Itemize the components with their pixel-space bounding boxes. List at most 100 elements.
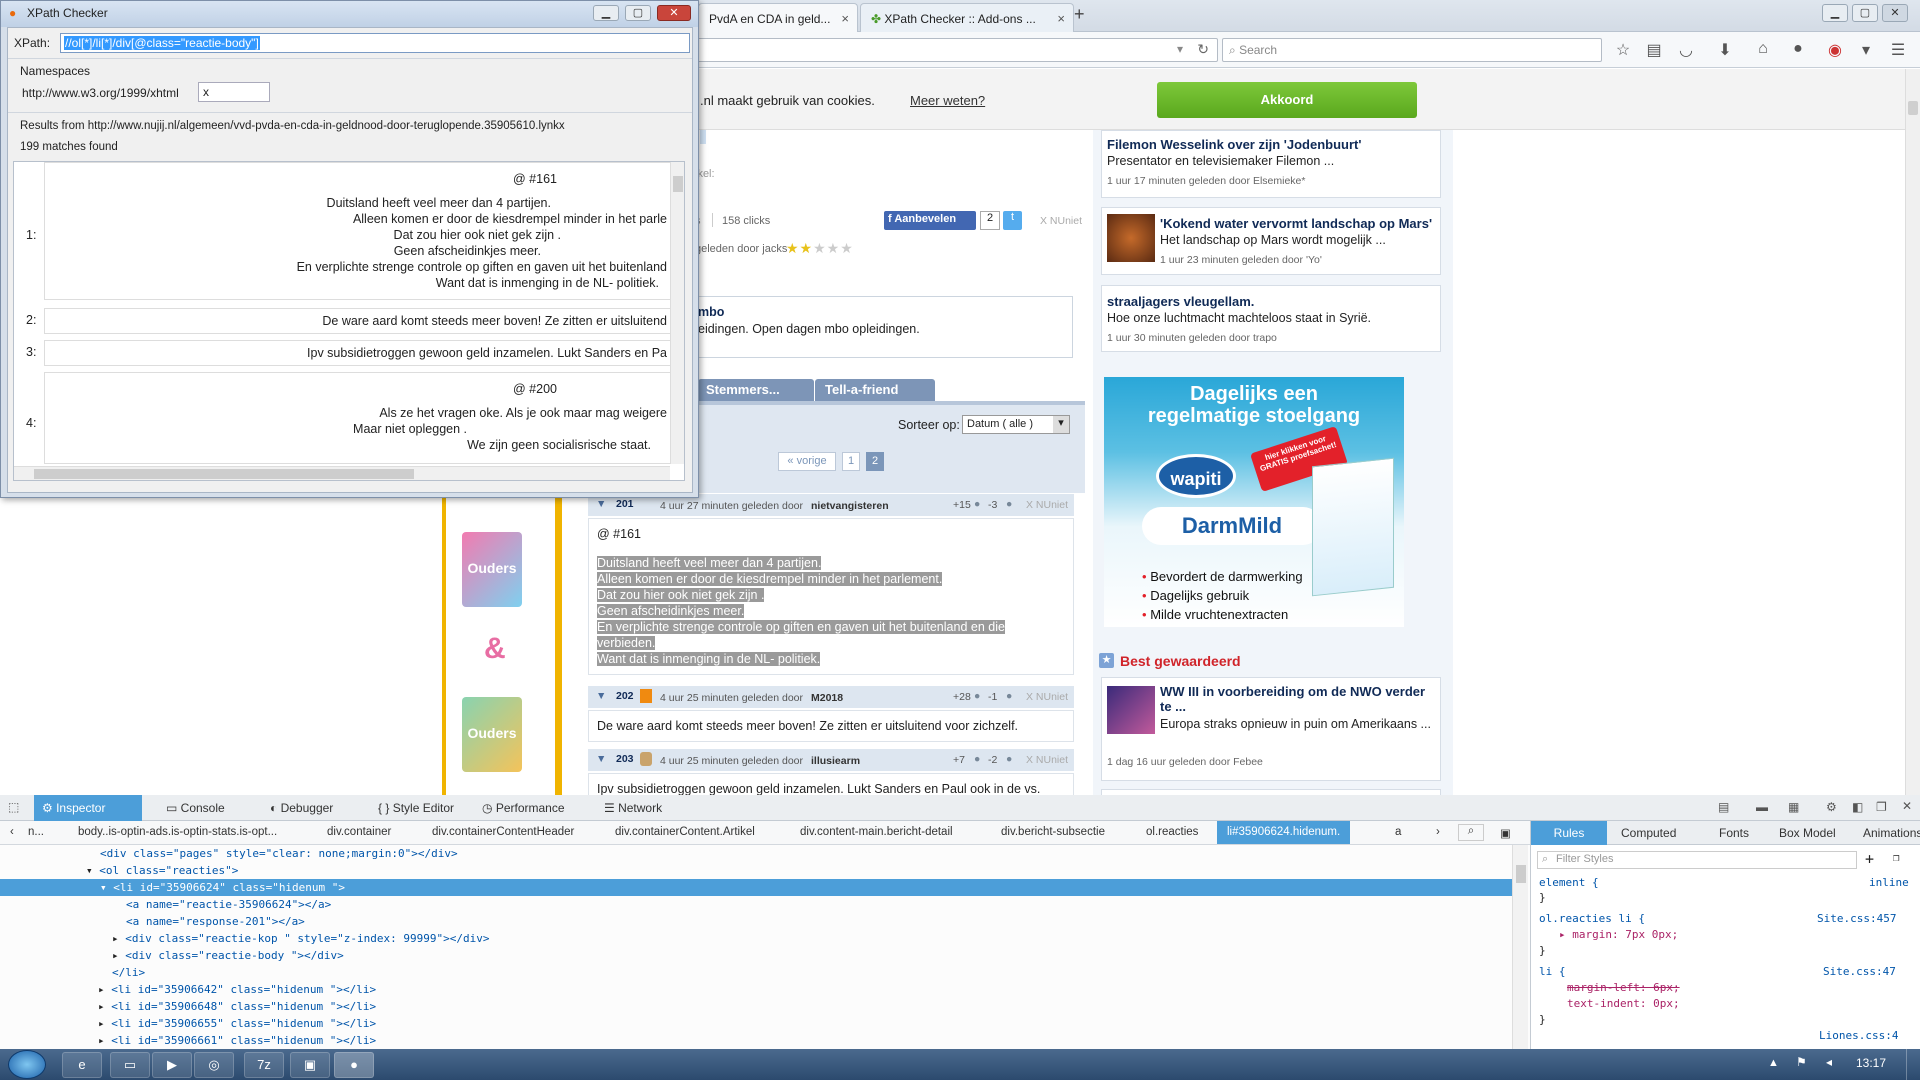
prev-page-button[interactable]: « vorige xyxy=(778,452,836,471)
toggle-sidebar-icon[interactable]: ▣ xyxy=(1500,826,1511,840)
sort-select[interactable]: Datum ( alle ) ▾ xyxy=(962,415,1070,434)
sidebar-item-title[interactable]: 'Kokend water vervormt landschap op Mars… xyxy=(1160,216,1432,231)
new-tab-button[interactable]: + xyxy=(1074,4,1085,25)
page-1-button[interactable]: 1 xyxy=(842,452,860,471)
breadcrumb-item[interactable]: div.containerContent.Artikel xyxy=(615,826,755,838)
scrollbar-thumb[interactable] xyxy=(673,176,683,192)
volume-icon[interactable]: ◂ xyxy=(1826,1055,1832,1069)
thumbs-up-icon[interactable]: ● xyxy=(974,690,980,702)
pick-element-icon[interactable]: ⬚ xyxy=(8,800,19,814)
start-button[interactable] xyxy=(8,1050,46,1079)
promo-box[interactable]: mbo eidingen. Open dagen mbo opleidingen… xyxy=(695,296,1073,358)
markup-line[interactable]: ▸ <div class="reactie-kop " style="z-ind… xyxy=(112,930,490,947)
breadcrumb-item[interactable]: ol.reacties xyxy=(1146,826,1198,838)
namespace-prefix-input[interactable]: x xyxy=(198,82,270,102)
close-tab-icon[interactable]: × xyxy=(841,11,849,26)
close-button[interactable]: ✕ xyxy=(657,5,691,21)
twitter-icon[interactable]: t xyxy=(1003,211,1022,230)
rule-declaration-overridden[interactable]: margin-left: 6px; xyxy=(1567,980,1680,995)
breadcrumb-item[interactable]: div.content-main.bericht-detail xyxy=(800,826,953,838)
dropdown-icon[interactable]: ▾ xyxy=(1177,42,1183,56)
explorer-icon[interactable]: ▭ xyxy=(110,1052,150,1078)
search-icon[interactable]: ⌕ xyxy=(1458,824,1484,841)
thumbs-up-icon[interactable]: ● xyxy=(974,498,980,510)
thumbs-down-icon[interactable]: ● xyxy=(1006,498,1012,510)
report-link[interactable]: X NUniet xyxy=(1026,754,1068,766)
markup-line[interactable]: ▾ <ol class="reacties"> xyxy=(86,862,238,879)
markup-line[interactable]: ▸ <div class="reactie-body "></div> xyxy=(112,947,344,964)
close-tab-icon[interactable]: × xyxy=(1057,11,1065,26)
rule-source[interactable]: Site.css:47 xyxy=(1823,964,1896,979)
markup-line[interactable]: <a name="reactie-35906624"></a> xyxy=(126,896,331,913)
7zip-icon[interactable]: 7z xyxy=(244,1052,284,1078)
markup-view[interactable]: <div class="pages" style="clear: none;ma… xyxy=(0,845,1528,1049)
markup-scrollbar[interactable] xyxy=(1512,845,1528,1049)
markup-line[interactable]: ▸ <li id="35906642" class="hidenum "></l… xyxy=(98,981,376,998)
add-rule-icon[interactable]: + xyxy=(1865,850,1874,868)
tab-stemmers[interactable]: Stemmers... xyxy=(698,379,814,401)
tab-xpath-addons[interactable]: ✤ XPath Checker :: Add-ons ... × xyxy=(860,3,1074,32)
tray-chevron-icon[interactable]: ▲ xyxy=(1768,1057,1779,1069)
breadcrumb-item[interactable]: a xyxy=(1395,826,1401,838)
xpath-titlebar[interactable]: ● XPath Checker ▁ ▢ ✕ xyxy=(1,1,698,27)
close-icon[interactable]: ✕ xyxy=(1902,799,1912,813)
app-icon[interactable]: ◎ xyxy=(194,1052,234,1078)
pseudo-class-icon[interactable]: ❐ xyxy=(1893,851,1900,864)
breadcrumb-item[interactable]: n... xyxy=(28,826,44,838)
markup-line[interactable]: </li> xyxy=(112,964,145,981)
scrollbar-thumb[interactable] xyxy=(1908,101,1918,115)
rating-stars[interactable]: ★★★★★ xyxy=(786,240,854,257)
markup-line-selected[interactable]: ▾ <li id="35906624" class="hidenum "> xyxy=(0,879,1512,896)
sidebar-item[interactable]: 'Kokend water vervormt landschap op Mars… xyxy=(1101,207,1441,275)
reload-icon[interactable]: ↻ xyxy=(1197,41,1209,58)
page-scrollbar[interactable] xyxy=(1905,69,1920,795)
sidebar-item-title[interactable]: WW III in voorbereiding om de NWO verder… xyxy=(1160,684,1436,714)
page-2-button[interactable]: 2 xyxy=(866,452,884,471)
wapiti-advertisement[interactable]: Dagelijks een regelmatige stoelgang wapi… xyxy=(1104,377,1404,627)
tab-debugger[interactable]: ◐ Debugger xyxy=(262,795,341,821)
split-console-icon[interactable]: ▬ xyxy=(1756,800,1768,814)
thumbs-down-icon[interactable]: ● xyxy=(1006,753,1012,765)
collapse-icon[interactable]: ▼ xyxy=(596,690,606,702)
markup-line[interactable]: <div class="pages" style="clear: none;ma… xyxy=(100,845,458,862)
firefox-taskbar-icon[interactable]: ● xyxy=(334,1052,374,1078)
minimize-button[interactable]: ▁ xyxy=(1822,4,1848,22)
tab-computed[interactable]: Computed xyxy=(1615,821,1682,845)
pocket-icon[interactable]: ◡ xyxy=(1675,40,1697,60)
tab-rules[interactable]: Rules xyxy=(1531,821,1607,845)
bookmark-star-icon[interactable]: ☆ xyxy=(1612,40,1634,60)
scrollbar-thumb[interactable] xyxy=(1516,865,1526,883)
markup-line[interactable]: ▸ <li id="35906661" class="hidenum "></l… xyxy=(98,1032,376,1049)
tab-performance[interactable]: ◷ Performance xyxy=(474,795,573,821)
media-player-icon[interactable]: ▶ xyxy=(152,1052,192,1078)
breadcrumb-item[interactable]: body..is-optin-ads.is-optin-stats.is-opt… xyxy=(78,826,277,838)
url-bar[interactable]: ▾ ↻ xyxy=(690,38,1218,62)
chat-icon[interactable]: ● xyxy=(1787,40,1809,60)
xpath-input[interactable]: //ol[*]/li[*]/div[@class="reactie-body"] xyxy=(60,33,690,53)
flag-icon[interactable]: ⚑ xyxy=(1796,1055,1807,1069)
home-icon[interactable]: ⌂ xyxy=(1752,40,1774,60)
breadcrumb-item[interactable]: div.containerContentHeader xyxy=(432,826,574,838)
facebook-recommend-button[interactable]: f Aanbevelen xyxy=(884,211,976,230)
tab-nujij[interactable]: PvdA en CDA in geld... × xyxy=(698,3,858,32)
comment-user[interactable]: nietvangisteren xyxy=(811,500,889,512)
ie-icon[interactable]: e xyxy=(62,1052,102,1078)
scratchpad-icon[interactable]: ▦ xyxy=(1788,800,1799,814)
collapse-icon[interactable]: ▼ xyxy=(596,753,606,765)
sidebar-item-title[interactable]: straaljagers vleugellam. xyxy=(1107,294,1254,309)
report-link[interactable]: X NUniet xyxy=(1026,691,1068,703)
scrollbar-thumb[interactable] xyxy=(34,469,414,479)
reading-list-icon[interactable]: ▤ xyxy=(1643,40,1665,60)
rule-source[interactable]: inline xyxy=(1869,875,1909,890)
download-icon[interactable]: ⬇ xyxy=(1714,40,1736,60)
markup-line[interactable]: ▸ <li id="35906655" class="hidenum "></l… xyxy=(98,1015,376,1032)
breadcrumb-item[interactable]: div.bericht-subsectie xyxy=(1001,826,1105,838)
dock-side-icon[interactable]: ◧ xyxy=(1852,800,1863,814)
tab-network[interactable]: ☰ Network xyxy=(596,795,670,821)
tab-animations[interactable]: Animations xyxy=(1857,821,1920,845)
breadcrumb-item-selected[interactable]: li#35906624.hidenum. xyxy=(1217,821,1351,844)
side-advertisement[interactable]: Ouders & Ouders xyxy=(442,497,562,795)
sidebar-item[interactable]: WW III in voorbereiding om de NWO verder… xyxy=(1101,677,1441,781)
markup-line[interactable]: <a name="response-201"></a> xyxy=(126,913,305,930)
results-vertical-scrollbar[interactable] xyxy=(670,162,684,464)
